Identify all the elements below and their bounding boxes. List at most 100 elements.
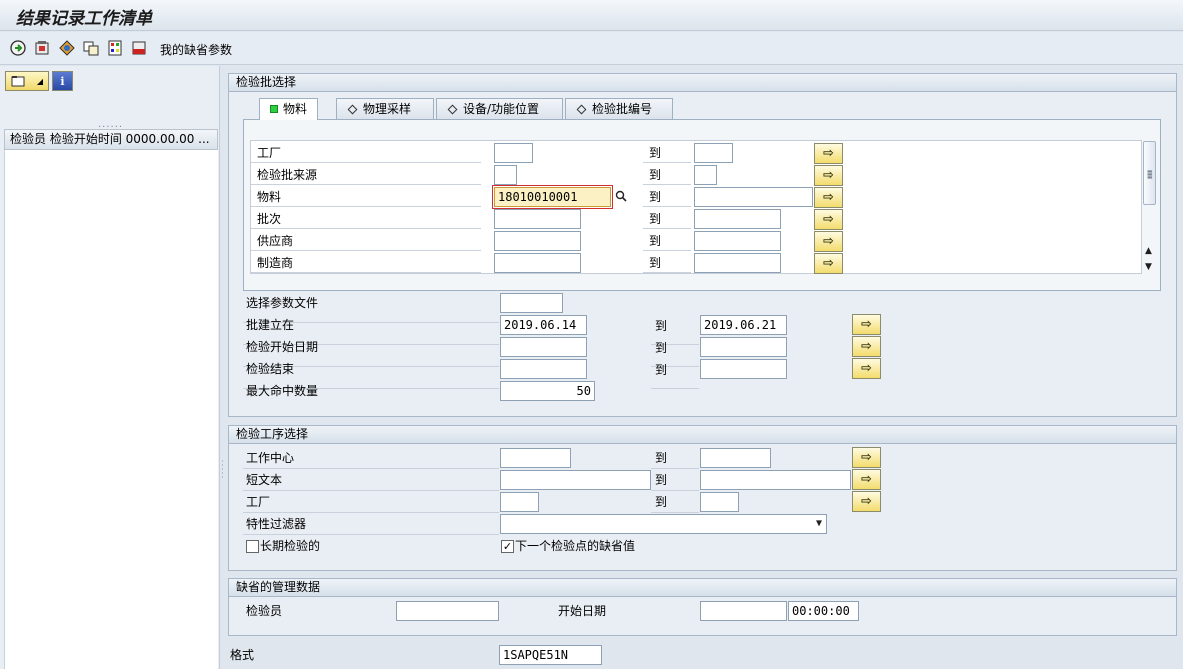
arrow-right-icon: ⇨ [861, 317, 872, 332]
manufacturer-to-input[interactable] [694, 253, 781, 273]
lot-origin-from-input[interactable] [494, 165, 517, 185]
batch-multiple-selection-button[interactable]: ⇨ [814, 209, 843, 230]
search-help-icon[interactable] [613, 187, 629, 205]
material-to-input[interactable] [694, 187, 813, 207]
worklist-tree[interactable] [4, 150, 218, 669]
checkmark-icon: ✓ [502, 540, 513, 553]
lot-origin-to-input[interactable] [694, 165, 717, 185]
save-variant-icon[interactable] [33, 39, 51, 57]
work-center-from-input[interactable] [500, 448, 571, 468]
vertical-scrollbar[interactable]: ▬ ▬ ▬ ▲ ▼ [1142, 140, 1157, 274]
inspection-lot-selection-group: 检验批选择 物料 物理采样 设备/功能位置 检验批编号 工厂 到 ⇨ 检验批来源… [228, 73, 1177, 417]
inspection-start-date-label: 检验开始日期 [246, 340, 319, 354]
info-icon: i [60, 74, 65, 88]
default-admin-data-group: 缺省的管理数据 检验员 开始日期 00:00:00 [228, 578, 1177, 636]
tab-label: 检验批编号 [592, 102, 653, 116]
plant-to-input[interactable] [694, 143, 733, 163]
long-term-inspection-checkbox[interactable] [246, 540, 259, 553]
short-text-from-input[interactable] [500, 470, 651, 490]
lot-created-multiple-selection-button[interactable]: ⇨ [852, 314, 881, 335]
tab-inspection-lot-number[interactable]: 检验批编号 [565, 98, 673, 119]
tab-physical-sample[interactable]: 物理采样 [336, 98, 434, 119]
inspection-start-to-input[interactable] [700, 337, 787, 357]
characteristic-filter-dropdown[interactable]: ▼ [500, 514, 827, 534]
diamond-icon [447, 104, 458, 115]
long-term-inspection-label: 长期检验的 [260, 539, 321, 553]
to-label: 到 [649, 190, 662, 204]
folder-icon [11, 76, 25, 87]
batch-to-input[interactable] [694, 209, 781, 229]
inspection-end-to-input[interactable] [700, 359, 787, 379]
short-text-to-input[interactable] [700, 470, 851, 490]
print-icon[interactable] [130, 39, 148, 57]
arrow-right-icon: ⇨ [861, 494, 872, 509]
short-text-label: 短文本 [246, 473, 283, 487]
lot-created-from-input[interactable]: 2019.06.14 [500, 315, 587, 335]
variants-icon[interactable] [58, 39, 76, 57]
arrow-right-icon: ⇨ [861, 361, 872, 376]
scroll-thumb[interactable]: ▬ ▬ ▬ [1143, 141, 1156, 205]
arrow-right-icon: ⇨ [861, 472, 872, 487]
diamond-icon [576, 104, 587, 115]
scroll-up-icon[interactable]: ▲ [1145, 246, 1152, 256]
op-plant-multiple-selection-button[interactable]: ⇨ [852, 491, 881, 512]
lot-origin-multiple-selection-button[interactable]: ⇨ [814, 165, 843, 186]
max-hits-input[interactable]: 50 [500, 381, 595, 401]
copy-icon[interactable] [82, 39, 100, 57]
material-criteria-table: 工厂 到 ⇨ 检验批来源 到 ⇨ 物料 18010010001 到 ⇨ 批次 到… [250, 140, 1142, 274]
manufacturer-from-input[interactable] [494, 253, 581, 273]
material-multiple-selection-button[interactable]: ⇨ [814, 187, 843, 208]
lot-created-to-input[interactable]: 2019.06.21 [700, 315, 787, 335]
start-time-input[interactable]: 00:00:00 [788, 601, 859, 621]
tab-equipment-location[interactable]: 设备/功能位置 [436, 98, 563, 119]
vendor-multiple-selection-button[interactable]: ⇨ [814, 231, 843, 252]
default-next-inspection-point-label: 下一个检验点的缺省值 [515, 539, 636, 553]
work-center-multiple-selection-button[interactable]: ⇨ [852, 447, 881, 468]
inspection-operation-selection-group: 检验工序选择 工作中心 到 ⇨ 短文本 到 ⇨ 工厂 到 ⇨ 特性过滤器 ▼ 长… [228, 425, 1177, 571]
selection-profile-input[interactable] [500, 293, 563, 313]
work-center-to-input[interactable] [700, 448, 771, 468]
select-layout-button[interactable]: ◢ [5, 71, 49, 91]
scroll-down-icon[interactable]: ▼ [1145, 262, 1152, 272]
chevron-down-icon[interactable]: ▼ [816, 515, 822, 533]
inspection-start-multiple-selection-button[interactable]: ⇨ [852, 336, 881, 357]
layout-input[interactable]: 1SAPQE51N [499, 645, 602, 665]
batch-from-input[interactable] [494, 209, 581, 229]
pane-splitter[interactable]: · · · · · [221, 458, 224, 483]
inspection-start-from-input[interactable] [500, 337, 587, 357]
to-label: 到 [655, 495, 668, 509]
inspector-input[interactable] [396, 601, 499, 621]
plant-multiple-selection-button[interactable]: ⇨ [814, 143, 843, 164]
vendor-to-input[interactable] [694, 231, 781, 251]
arrow-right-icon: ⇨ [823, 146, 834, 161]
lot-origin-label: 检验批来源 [257, 168, 318, 182]
inspection-end-multiple-selection-button[interactable]: ⇨ [852, 358, 881, 379]
default-next-inspection-point-checkbox[interactable]: ✓ [501, 540, 514, 553]
arrow-right-icon: ⇨ [823, 212, 834, 227]
work-center-label: 工作中心 [246, 451, 295, 465]
to-label: 到 [655, 363, 668, 377]
plant-from-input[interactable] [494, 143, 533, 163]
arrow-right-icon: ⇨ [861, 339, 872, 354]
manufacturer-multiple-selection-button[interactable]: ⇨ [814, 253, 843, 274]
group-title: 检验工序选择 [229, 426, 1176, 444]
op-plant-from-input[interactable] [500, 492, 539, 512]
layout-icon[interactable] [106, 39, 124, 57]
op-plant-to-input[interactable] [700, 492, 739, 512]
group-title: 检验批选择 [229, 74, 1176, 92]
worklist-column-header[interactable]: 检验员 检验开始时间 0000.00.00 ... [4, 129, 218, 150]
vendor-from-input[interactable] [494, 231, 581, 251]
title-bar: 结果记录工作清单 [0, 0, 1183, 31]
info-button[interactable]: i [52, 71, 73, 91]
short-text-multiple-selection-button[interactable]: ⇨ [852, 469, 881, 490]
inspection-end-from-input[interactable] [500, 359, 587, 379]
material-label: 物料 [257, 190, 282, 204]
group-title: 缺省的管理数据 [229, 579, 1176, 597]
material-from-input[interactable]: 18010010001 [494, 187, 611, 207]
my-default-parameters-button[interactable]: 我的缺省参数 [160, 41, 232, 58]
to-label: 到 [649, 256, 662, 270]
tab-material[interactable]: 物料 [259, 98, 319, 120]
execute-icon[interactable] [9, 39, 27, 57]
to-label: 到 [649, 168, 662, 182]
start-date-input[interactable] [700, 601, 787, 621]
